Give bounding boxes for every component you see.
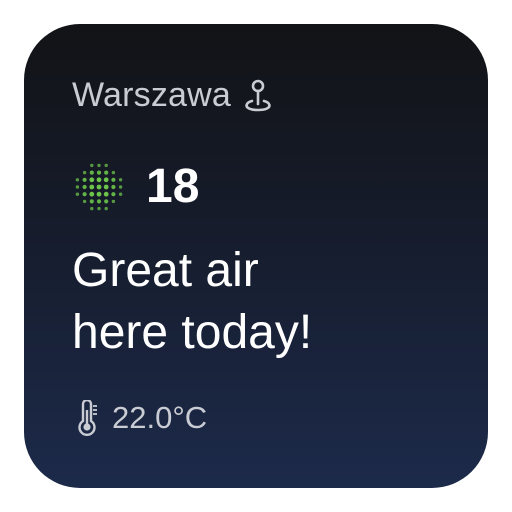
location-row: Warszawa (72, 76, 273, 115)
aqi-icon-dot (104, 170, 109, 175)
aqi-icon-dot (104, 163, 108, 168)
aqi-value: 18 (146, 160, 200, 213)
location-name: Warszawa (72, 76, 232, 114)
aqi-icon-dot (111, 192, 116, 197)
aqi-icon-dot (97, 206, 101, 211)
aqi-icon-dot (82, 170, 87, 175)
aqi-icon-dot (118, 178, 123, 182)
aqi-icon-dot (89, 199, 94, 204)
thermometer-icon (76, 400, 98, 436)
aqi-icon-dot (104, 199, 109, 204)
aqi-icon-dot (96, 199, 102, 204)
headline-line-1: Great air (72, 244, 259, 297)
aqi-icon-dot (90, 163, 94, 168)
aqi-icon-dot (118, 185, 123, 189)
aqi-icon-dot (75, 178, 80, 182)
aqi-icon-dot (96, 170, 102, 175)
aqi-icon-dot (75, 185, 80, 189)
aqi-icon-dot (89, 170, 94, 175)
aqi-row: 18 (74, 162, 199, 212)
air-quality-dots-icon (74, 162, 124, 212)
aqi-icon-dot (89, 184, 95, 190)
aqi-icon-dot (90, 206, 94, 211)
temperature-row: 22.0°C (76, 400, 207, 436)
location-pin-icon (243, 79, 273, 113)
aqi-icon-dot (104, 206, 108, 211)
aqi-icon-dot (82, 192, 87, 197)
aqi-icon-dot (82, 184, 87, 190)
aqi-icon-dot (75, 192, 80, 196)
air-quality-widget[interactable]: Warszawa 18 Great air here today! 22.0°C (24, 24, 488, 488)
aqi-icon-dot (82, 177, 87, 182)
temperature-value: 22.0°C (112, 400, 208, 435)
aqi-icon-dot (97, 163, 101, 168)
headline-line-2: here today! (72, 306, 313, 359)
aqi-icon-dot (89, 191, 95, 197)
aqi-icon-dot (118, 192, 123, 196)
air-quality-headline: Great air here today! (72, 240, 452, 364)
aqi-icon-dot (111, 199, 116, 204)
aqi-icon-dot (111, 177, 116, 182)
aqi-icon-dot (103, 191, 109, 197)
aqi-icon-dot (111, 184, 116, 190)
aqi-icon-dot (96, 184, 102, 190)
aqi-icon-dot (103, 177, 109, 183)
aqi-icon-dot (111, 170, 116, 175)
aqi-icon-dot (96, 191, 102, 197)
aqi-icon-dot (89, 177, 95, 183)
aqi-icon-dot (103, 184, 109, 190)
aqi-icon-dot (96, 177, 102, 183)
aqi-icon-dot (82, 199, 87, 204)
